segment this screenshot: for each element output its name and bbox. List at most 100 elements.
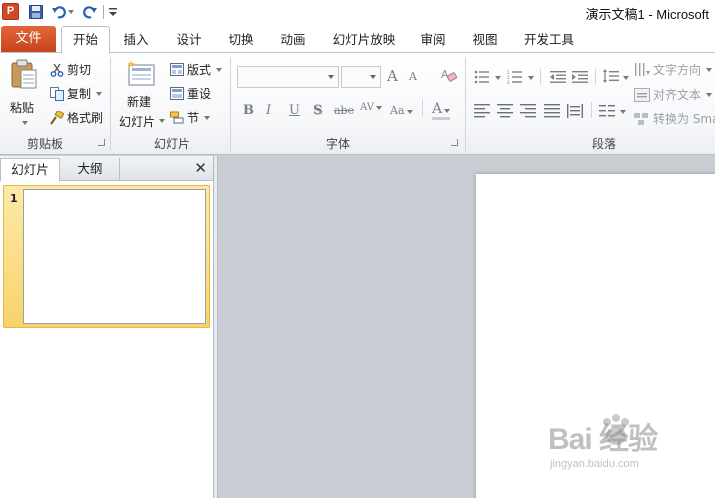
- decrease-indent-icon[interactable]: [550, 70, 566, 84]
- italic-button[interactable]: I: [266, 103, 271, 118]
- bold-button[interactable]: B: [243, 103, 254, 118]
- tab-insert[interactable]: 插入: [116, 29, 156, 53]
- close-pane-icon[interactable]: ✕: [194, 160, 207, 176]
- numbering-icon[interactable]: 1 2 3: [507, 70, 523, 84]
- tab-home[interactable]: 开始: [61, 26, 110, 54]
- text-direction-button[interactable]: 文字方向: [634, 61, 713, 78]
- section-button[interactable]: 节: [170, 109, 211, 126]
- increase-indent-icon[interactable]: [572, 70, 588, 84]
- align-center-icon[interactable]: [497, 104, 513, 118]
- font-size-dropdown-icon[interactable]: [370, 75, 376, 79]
- slide-thumbnail-item[interactable]: 1: [3, 185, 210, 328]
- align-left-icon[interactable]: [474, 104, 490, 118]
- font-color-dropdown-icon[interactable]: [444, 109, 451, 113]
- undo-dropdown-icon[interactable]: [68, 10, 74, 14]
- paragraph-group-label: 段落: [592, 137, 617, 151]
- reset-button[interactable]: 重设: [170, 85, 211, 102]
- save-icon: [28, 5, 43, 19]
- paste-dropdown-icon[interactable]: [22, 121, 28, 125]
- bullets-icon[interactable]: [474, 70, 490, 84]
- slide-editing-area: [218, 156, 715, 498]
- align-text-dropdown-icon[interactable]: [706, 92, 713, 97]
- reset-icon: [170, 87, 184, 100]
- new-slide-label-line2: 幻灯片: [119, 115, 156, 129]
- change-case-button[interactable]: Aa: [390, 104, 413, 117]
- tab-design[interactable]: 设计: [169, 29, 209, 53]
- tab-transitions[interactable]: 切换: [221, 29, 261, 53]
- cut-button[interactable]: 剪切: [50, 61, 91, 78]
- tab-developer[interactable]: 开发工具: [518, 29, 580, 53]
- slide-canvas[interactable]: [476, 174, 715, 498]
- clipboard-group-label: 剪贴板: [27, 137, 64, 151]
- copy-dropdown-icon[interactable]: [96, 91, 103, 96]
- justify-icon[interactable]: [544, 104, 560, 118]
- powerpoint-app-icon[interactable]: P: [2, 3, 19, 20]
- window-title: 演示文稿1 - Microsoft: [585, 7, 709, 22]
- font-name-combobox[interactable]: [237, 66, 339, 88]
- font-color-label: A: [432, 101, 443, 117]
- section-icon: [170, 111, 184, 124]
- slide-number: 1: [10, 192, 18, 205]
- line-spacing-dropdown-icon[interactable]: [623, 76, 629, 80]
- character-spacing-dropdown-icon[interactable]: [375, 106, 382, 110]
- customize-qat-button[interactable]: [107, 4, 119, 20]
- text-direction-icon: [635, 62, 650, 76]
- new-slide-button[interactable]: 新建 幻灯片: [117, 57, 167, 133]
- bullets-dropdown-icon[interactable]: [495, 76, 501, 80]
- font-color-button[interactable]: A: [432, 101, 451, 120]
- paste-button[interactable]: 粘贴: [8, 57, 42, 137]
- slides-pane: 幻灯片 大纲 ✕ 1: [0, 156, 213, 498]
- text-shadow-button[interactable]: S: [313, 103, 322, 118]
- shrink-font-button[interactable]: A: [409, 70, 417, 83]
- numbering-dropdown-icon[interactable]: [528, 76, 534, 80]
- underline-button[interactable]: U: [289, 103, 300, 118]
- format-painter-label: 格式刷: [67, 111, 104, 125]
- convert-smartart-button[interactable]: 转换为 Sma: [634, 110, 715, 127]
- section-dropdown-icon[interactable]: [204, 115, 211, 120]
- line-spacing-icon[interactable]: [603, 69, 619, 83]
- tab-slideshow[interactable]: 幻灯片放映: [327, 29, 401, 53]
- group-separator: [110, 57, 111, 151]
- font-separator: [422, 99, 423, 117]
- group-separator: [465, 57, 466, 151]
- redo-icon: [83, 6, 97, 19]
- font-dialog-launcher-icon[interactable]: [451, 139, 458, 146]
- copy-button[interactable]: 复制: [50, 85, 103, 102]
- save-button[interactable]: [27, 4, 44, 20]
- tab-file[interactable]: 文件: [1, 26, 56, 52]
- distributed-align-icon[interactable]: [567, 104, 583, 118]
- redo-button[interactable]: [82, 4, 98, 20]
- reset-label: 重设: [187, 87, 212, 101]
- qat-separator: [103, 5, 104, 19]
- tab-view[interactable]: 视图: [465, 29, 505, 53]
- font-size-combobox[interactable]: [341, 66, 381, 88]
- layout-icon: [170, 63, 184, 76]
- clipboard-dialog-launcher-icon[interactable]: [98, 139, 105, 146]
- tab-animations[interactable]: 动画: [273, 29, 313, 53]
- paintbrush-icon: [50, 110, 64, 125]
- format-painter-button[interactable]: 格式刷: [50, 109, 103, 126]
- layout-dropdown-icon[interactable]: [216, 67, 223, 72]
- columns-icon[interactable]: [599, 104, 615, 118]
- layout-button[interactable]: 版式: [170, 61, 223, 78]
- columns-dropdown-icon[interactable]: [620, 110, 626, 114]
- svg-text:A: A: [441, 68, 449, 81]
- font-name-dropdown-icon[interactable]: [328, 75, 334, 79]
- text-direction-dropdown-icon[interactable]: [706, 67, 713, 72]
- slide-thumbnail[interactable]: [23, 189, 206, 324]
- grow-font-button[interactable]: A: [387, 67, 398, 85]
- copy-label: 复制: [67, 87, 92, 101]
- strikethrough-button[interactable]: abe: [334, 104, 354, 117]
- new-slide-dropdown-icon[interactable]: [159, 119, 165, 123]
- clear-formatting-button[interactable]: A: [440, 66, 458, 84]
- character-spacing-label: AV: [360, 102, 374, 113]
- character-spacing-button[interactable]: AV: [360, 102, 382, 113]
- tab-outline[interactable]: 大纲: [61, 158, 120, 181]
- align-text-button[interactable]: 对齐文本: [634, 86, 713, 103]
- align-right-icon[interactable]: [520, 104, 536, 118]
- undo-button[interactable]: [50, 4, 76, 20]
- tab-slides-thumbnails[interactable]: 幻灯片: [0, 158, 60, 181]
- group-separator: [230, 57, 231, 151]
- change-case-dropdown-icon[interactable]: [406, 110, 413, 114]
- tab-review[interactable]: 审阅: [413, 29, 453, 53]
